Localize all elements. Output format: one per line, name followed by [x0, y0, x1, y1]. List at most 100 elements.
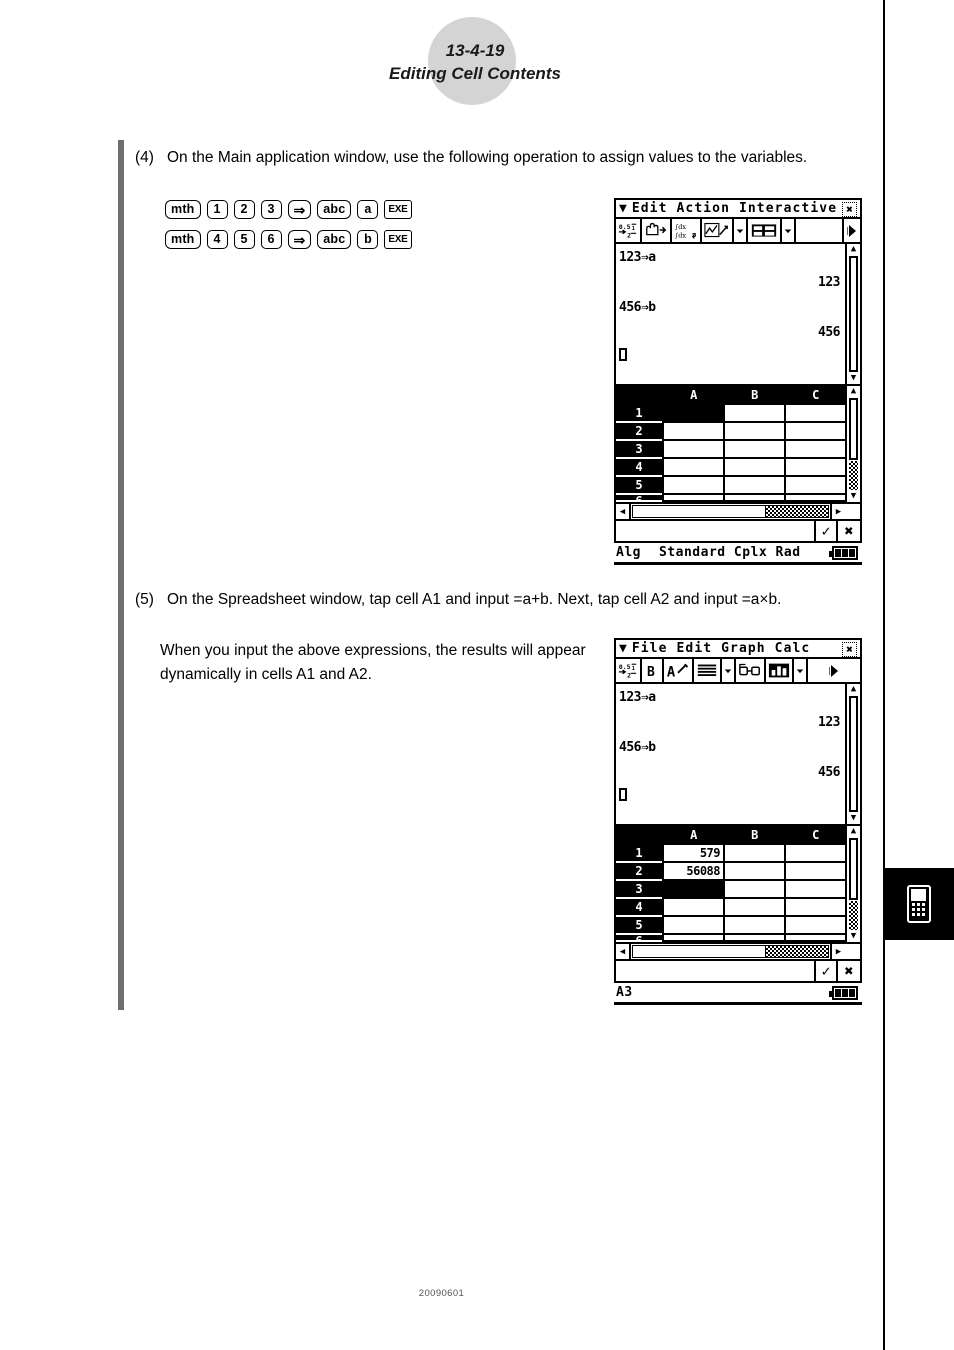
integral-dx-icon[interactable]: ∫dx ∫dx: [672, 219, 702, 242]
column-header-b[interactable]: B: [725, 826, 786, 845]
column-header-a[interactable]: A: [664, 826, 725, 845]
key-mth[interactable]: mth: [165, 200, 201, 219]
cell-c6[interactable]: [786, 935, 845, 942]
cell-c5[interactable]: [786, 477, 845, 495]
scroll-left-icon[interactable]: ◀: [616, 944, 631, 959]
cell-c4[interactable]: [786, 459, 845, 477]
hscroll-track[interactable]: [632, 945, 829, 958]
key-exe[interactable]: EXE: [384, 200, 412, 219]
key-exe[interactable]: EXE: [384, 230, 412, 249]
key-b[interactable]: b: [357, 230, 379, 249]
toolbar-next-arrow[interactable]: [808, 659, 860, 682]
key-abc[interactable]: abc: [317, 200, 352, 219]
glasses-icon[interactable]: [736, 659, 766, 682]
cell-b4[interactable]: [725, 459, 786, 477]
key-store-arrow[interactable]: ⇒: [287, 230, 312, 249]
scroll-thumb[interactable]: [849, 256, 858, 372]
grid-vertical-scrollbar[interactable]: ▲ ▼: [845, 826, 860, 942]
cell-a3[interactable]: [664, 881, 725, 899]
graph-plot-dropdown-caret[interactable]: [734, 219, 748, 242]
app-menu-icon[interactable]: ▼: [619, 202, 627, 215]
scroll-down-icon[interactable]: ▼: [851, 491, 856, 502]
cell-a6[interactable]: [664, 935, 725, 942]
grid-horizontal-scrollbar[interactable]: ◀ ▶: [614, 944, 862, 961]
cell-b6[interactable]: [725, 495, 786, 502]
column-header-a[interactable]: A: [664, 386, 725, 405]
row-header-3[interactable]: 3: [616, 441, 662, 459]
cell-c6[interactable]: [786, 495, 845, 502]
row-header-1[interactable]: 1: [616, 405, 662, 423]
cell-b2[interactable]: [725, 423, 786, 441]
grid-vertical-scrollbar[interactable]: ▲ ▼: [845, 386, 860, 502]
row-header-1[interactable]: 1: [616, 845, 662, 863]
key-1[interactable]: 1: [206, 200, 228, 219]
cell-c3[interactable]: [786, 881, 845, 899]
app-menu-icon[interactable]: ▼: [619, 642, 627, 655]
confirm-check-icon[interactable]: ✓: [816, 961, 838, 981]
cell-a5[interactable]: [664, 477, 725, 495]
calc-main-menu-title[interactable]: Edit Action Interactive: [632, 201, 837, 216]
scroll-left-icon[interactable]: ◀: [616, 504, 631, 519]
calc-sheet-menu-title[interactable]: File Edit Graph Calc: [632, 641, 811, 656]
column-header-c[interactable]: C: [786, 826, 845, 845]
cell-a1[interactable]: 579: [664, 845, 725, 863]
row-header-4[interactable]: 4: [616, 899, 662, 917]
cell-c1[interactable]: [786, 845, 845, 863]
key-4[interactable]: 4: [206, 230, 228, 249]
cell-a1[interactable]: [664, 405, 725, 423]
row-header-2[interactable]: 2: [616, 423, 662, 441]
cell-b6[interactable]: [725, 935, 786, 942]
cell-a2[interactable]: [664, 423, 725, 441]
grid-corner-cell[interactable]: [616, 826, 662, 845]
row-header-5[interactable]: 5: [616, 477, 662, 495]
cell-a3[interactable]: [664, 441, 725, 459]
cell-c3[interactable]: [786, 441, 845, 459]
align-lines-dropdown-caret[interactable]: [722, 659, 736, 682]
font-pencil-icon[interactable]: A: [664, 659, 694, 682]
scroll-thumb[interactable]: [849, 838, 858, 900]
column-header-b[interactable]: B: [725, 386, 786, 405]
row-header-4[interactable]: 4: [616, 459, 662, 477]
cell-a5[interactable]: [664, 917, 725, 935]
bold-b-icon[interactable]: B: [642, 659, 664, 682]
key-5[interactable]: 5: [233, 230, 255, 249]
scroll-track[interactable]: [849, 461, 858, 490]
row-header-6[interactable]: 6: [616, 935, 662, 942]
hand-pointer-icon[interactable]: [642, 219, 672, 242]
cell-c5[interactable]: [786, 917, 845, 935]
key-2[interactable]: 2: [233, 200, 255, 219]
grid-corner-cell[interactable]: [616, 386, 662, 405]
cancel-x-icon[interactable]: ✖: [838, 521, 860, 541]
key-3[interactable]: 3: [260, 200, 282, 219]
row-header-2[interactable]: 2: [616, 863, 662, 881]
key-store-arrow[interactable]: ⇒: [287, 200, 312, 219]
key-6[interactable]: 6: [260, 230, 282, 249]
cell-a4[interactable]: [664, 899, 725, 917]
scroll-up-icon[interactable]: ▲: [851, 684, 856, 695]
row-header-3[interactable]: 3: [616, 881, 662, 899]
window-split-dropdown-caret[interactable]: [782, 219, 796, 242]
align-lines-icon[interactable]: [694, 659, 722, 682]
formula-input[interactable]: [616, 961, 816, 981]
cell-c2[interactable]: [786, 423, 845, 441]
scroll-thumb[interactable]: [849, 696, 858, 812]
confirm-check-icon[interactable]: ✓: [816, 521, 838, 541]
scroll-right-icon[interactable]: ▶: [830, 944, 845, 959]
cell-a4[interactable]: [664, 459, 725, 477]
hscroll-track[interactable]: [632, 505, 829, 518]
scroll-track[interactable]: [849, 901, 858, 930]
cell-a2[interactable]: 56088: [664, 863, 725, 881]
cell-c1[interactable]: [786, 405, 845, 423]
fraction-decimal-icon[interactable]: 0.5 1 2: [616, 219, 642, 242]
cell-b2[interactable]: [725, 863, 786, 881]
column-header-c[interactable]: C: [786, 386, 845, 405]
row-header-6[interactable]: 6: [616, 495, 662, 502]
cell-b5[interactable]: [725, 477, 786, 495]
cell-b1[interactable]: [725, 405, 786, 423]
scroll-up-icon[interactable]: ▲: [851, 826, 856, 837]
scroll-down-icon[interactable]: ▼: [851, 813, 856, 824]
scroll-thumb[interactable]: [849, 398, 858, 460]
graph-plot-icon[interactable]: [702, 219, 734, 242]
scroll-up-icon[interactable]: ▲: [851, 244, 856, 255]
key-abc[interactable]: abc: [317, 230, 352, 249]
